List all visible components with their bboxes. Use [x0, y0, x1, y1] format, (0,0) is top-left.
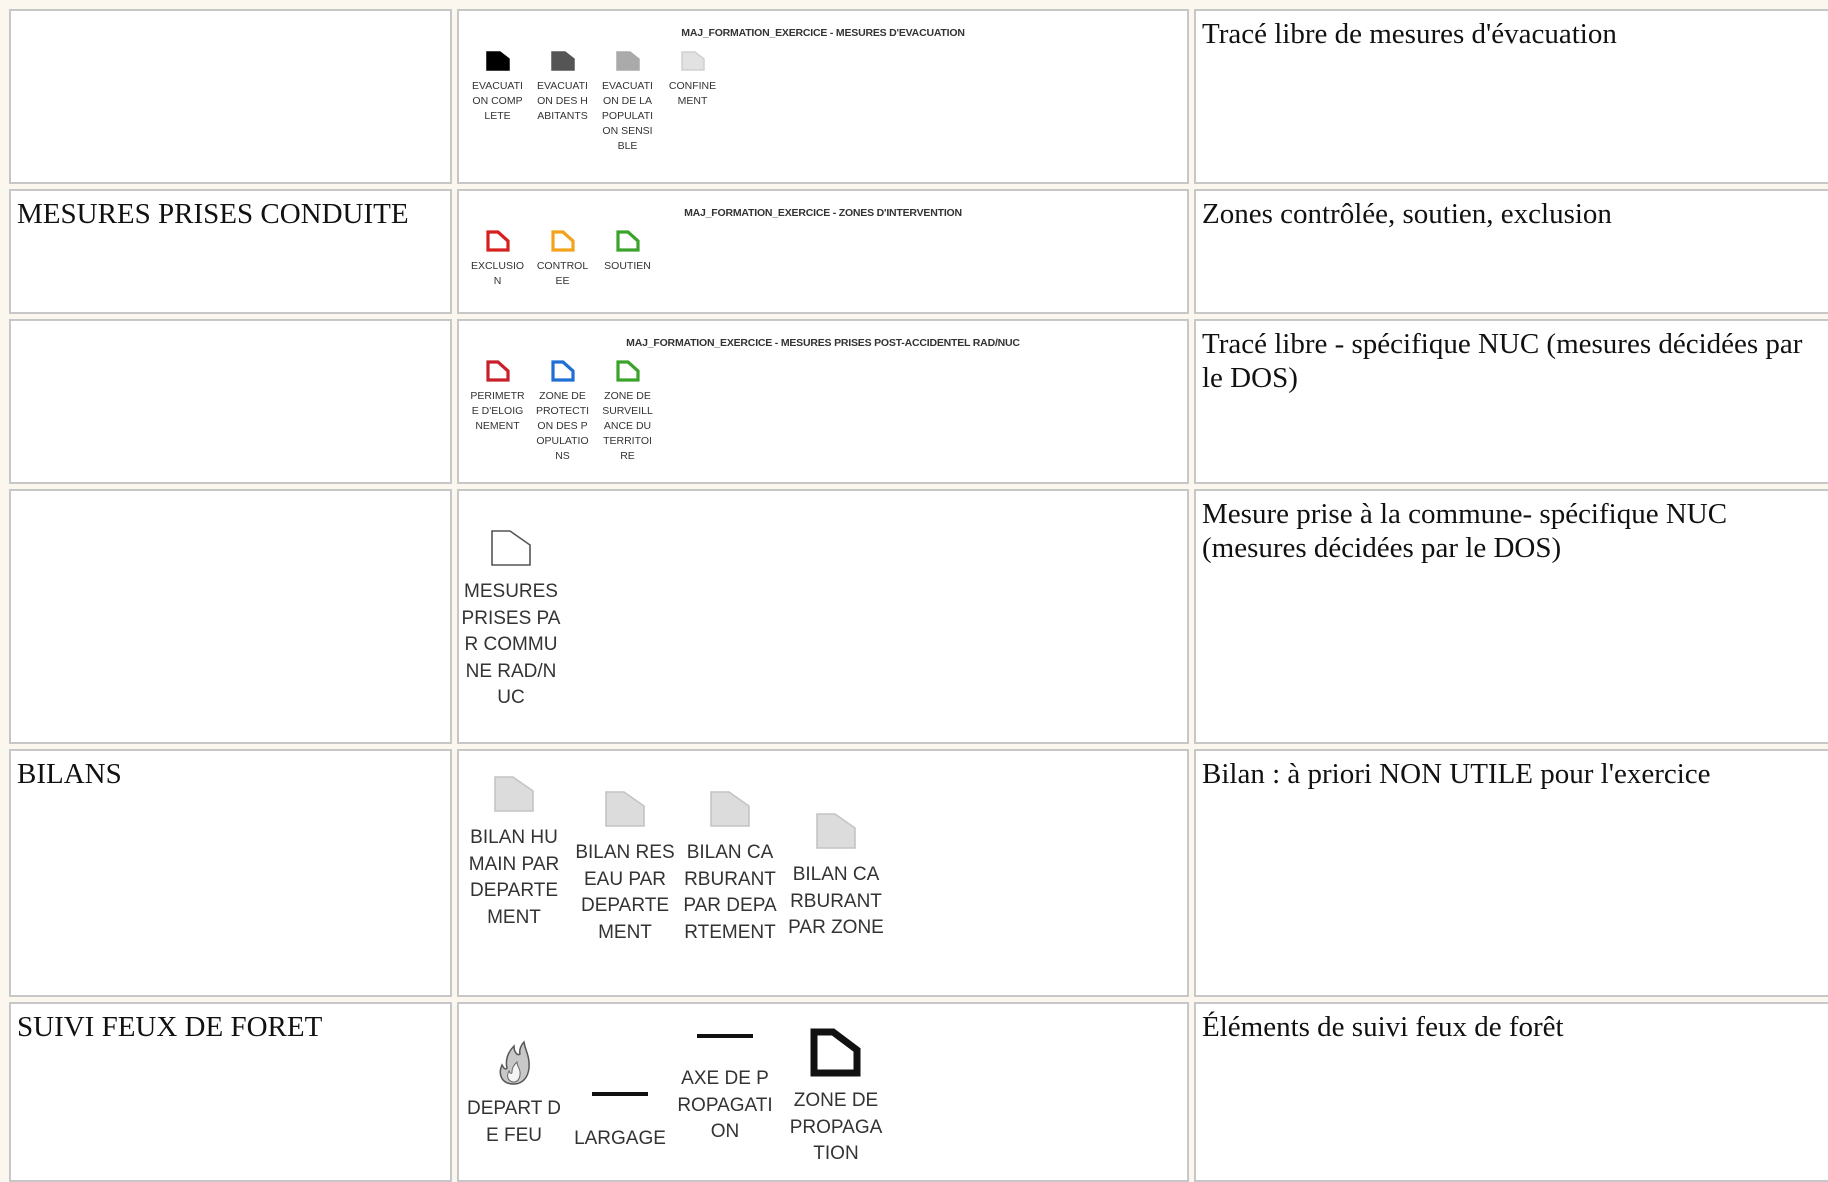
legend-item-label: DEPART DE FEU — [467, 1098, 561, 1146]
legend-item-label: EVACUATION DES HABITANTS — [537, 80, 588, 122]
legend-item[interactable]: PERIMETRE D'ELOIGNEMENT — [465, 357, 530, 434]
legend-items: EXCLUSION CONTROLEE SOUTIEN — [459, 227, 1187, 289]
category-cell — [9, 489, 452, 744]
legend-item-label: MESURES PRISES PAR COMMUNE RAD/NUC — [461, 581, 561, 708]
description-cell: Zones contrôlée, soutien, exclusion — [1194, 189, 1828, 314]
zone-surveillance-territoire-icon — [615, 360, 640, 382]
axe-propagation-line-icon — [697, 1034, 753, 1038]
legend-item-label: BILAN HUMAIN PAR DEPARTEMENT — [468, 827, 560, 928]
evacuation-complete-icon — [485, 51, 510, 71]
mesures-commune-icon — [491, 530, 531, 566]
legend-item-label: BILAN RESEAU PAR DEPARTEMENT — [575, 842, 675, 943]
legend-item[interactable]: EVACUATION DES HABITANTS — [530, 47, 595, 124]
legend-item-label: ZONE DE PROPAGATION — [789, 1090, 883, 1164]
legend-item-label: ZONE DE PROTECTION DES POPULATIONS — [535, 390, 590, 462]
zone-propagation-icon — [810, 1028, 861, 1077]
description-cell: Tracé libre - spécifique NUC (mesures dé… — [1194, 319, 1828, 484]
legend-cell-evacuation: MAJ_FORMATION_EXERCICE - MESURES D'EVACU… — [457, 9, 1189, 184]
legend-item-label: PERIMETRE D'ELOIGNEMENT — [470, 390, 525, 432]
legend-item-label: SOUTIEN — [604, 260, 651, 272]
category-cell: BILANS — [9, 749, 452, 997]
evacuation-habitants-icon — [550, 51, 575, 71]
largage-line-icon — [592, 1092, 648, 1096]
evacuation-population-sensible-icon — [615, 51, 640, 71]
legend-item[interactable]: ZONE DE SURVEILLANCE DU TERRITOIRE — [595, 357, 660, 464]
description-cell: Tracé libre de mesures d'évacuation — [1194, 9, 1828, 184]
legend-item-label: BILAN CARBURANT PAR DEPARTEMENT — [683, 842, 777, 943]
legend-item[interactable]: LARGAGE — [570, 1088, 670, 1153]
legend-item[interactable]: EVACUATION COMPLETE — [465, 47, 530, 124]
legend-item[interactable]: ZONE DE PROTECTION DES POPULATIONS — [530, 357, 595, 464]
legend-item[interactable]: EVACUATION DE LA POPULATION SENSIBLE — [595, 47, 660, 154]
legend-item[interactable]: BILAN CARBURANT PAR ZONE — [786, 810, 886, 942]
legend-item-label: CONFINEMENT — [668, 80, 717, 107]
legend-item[interactable]: CONFINEMENT — [660, 47, 725, 109]
bilan-humain-icon — [494, 776, 534, 812]
legend-item[interactable]: SOUTIEN — [595, 227, 660, 274]
legend-cell-bilans: BILAN HUMAIN PAR DEPARTEMENT BILAN RESEA… — [457, 749, 1189, 997]
legend-items: PERIMETRE D'ELOIGNEMENT ZONE DE PROTECTI… — [459, 357, 1187, 464]
perimetre-eloignement-icon — [485, 360, 510, 382]
category-cell — [9, 319, 452, 484]
legend-item[interactable]: MESURES PRISES PAR COMMUNE RAD/NUC — [461, 527, 561, 712]
legend-item-label: EVACUATION DE LA POPULATION SENSIBLE — [601, 80, 654, 152]
legend-table: MAJ_FORMATION_EXERCICE - MESURES D'EVACU… — [9, 9, 1828, 1182]
bilan-carburant-departement-icon — [710, 791, 750, 827]
legend-item-label: CONTROLEE — [536, 260, 589, 287]
legend-item-label: EXCLUSION — [470, 260, 525, 287]
legend-cell-post-accidentel: MAJ_FORMATION_EXERCICE - MESURES PRISES … — [457, 319, 1189, 484]
zone-exclusion-icon — [485, 230, 510, 252]
legend-item[interactable]: DEPART DE FEU — [464, 1038, 564, 1149]
zone-controlee-icon — [550, 230, 575, 252]
legend-cell-feux-de-foret: DEPART DE FEU LARGAGE AXE DE PROPAGATION… — [457, 1002, 1189, 1182]
legend-item-label: ZONE DE SURVEILLANCE DU TERRITOIRE — [602, 390, 653, 462]
legend-item[interactable]: ZONE DE PROPAGATION — [786, 1028, 886, 1168]
legend-page: MAJ_FORMATION_EXERCICE - MESURES D'EVACU… — [0, 0, 1828, 1182]
legend-title: MAJ_FORMATION_EXERCICE - MESURES PRISES … — [626, 337, 1020, 349]
fire-icon — [499, 1040, 530, 1085]
legend-item[interactable]: CONTROLEE — [530, 227, 595, 289]
description-cell: Éléments de suivi feux de forêt — [1194, 1002, 1828, 1182]
bilan-reseau-icon — [605, 791, 645, 827]
confinement-icon — [680, 51, 705, 71]
category-cell — [9, 9, 452, 184]
legend-title: MAJ_FORMATION_EXERCICE - ZONES D'INTERVE… — [684, 207, 962, 219]
bilan-carburant-zone-icon — [816, 813, 856, 849]
category-cell: SUIVI FEUX DE FORET — [9, 1002, 452, 1182]
legend-item[interactable]: BILAN RESEAU PAR DEPARTEMENT — [575, 788, 675, 946]
legend-item-label: LARGAGE — [574, 1128, 666, 1149]
legend-item-label: BILAN CARBURANT PAR ZONE — [788, 864, 884, 938]
legend-cell-mesures-commune: MESURES PRISES PAR COMMUNE RAD/NUC — [457, 489, 1189, 744]
legend-item-label: EVACUATION COMPLETE — [472, 80, 523, 122]
legend-cell-zones-intervention: MAJ_FORMATION_EXERCICE - ZONES D'INTERVE… — [457, 189, 1189, 314]
legend-item[interactable]: AXE DE PROPAGATION — [675, 1030, 775, 1146]
description-cell: Mesure prise à la commune- spécifique NU… — [1194, 489, 1828, 744]
legend-item[interactable]: BILAN CARBURANT PAR DEPARTEMENT — [680, 788, 780, 946]
legend-item[interactable]: BILAN HUMAIN PAR DEPARTEMENT — [464, 773, 564, 931]
legend-item[interactable]: EXCLUSION — [465, 227, 530, 289]
legend-title: MAJ_FORMATION_EXERCICE - MESURES D'EVACU… — [681, 27, 965, 39]
legend-items: EVACUATION COMPLETE EVACUATION DES HABIT… — [459, 47, 1187, 154]
zone-soutien-icon — [615, 230, 640, 252]
zone-protection-populations-icon — [550, 360, 575, 382]
description-cell: Bilan : à priori NON UTILE pour l'exerci… — [1194, 749, 1828, 997]
legend-item-label: AXE DE PROPAGATION — [677, 1068, 773, 1142]
category-cell: MESURES PRISES CONDUITE — [9, 189, 452, 314]
